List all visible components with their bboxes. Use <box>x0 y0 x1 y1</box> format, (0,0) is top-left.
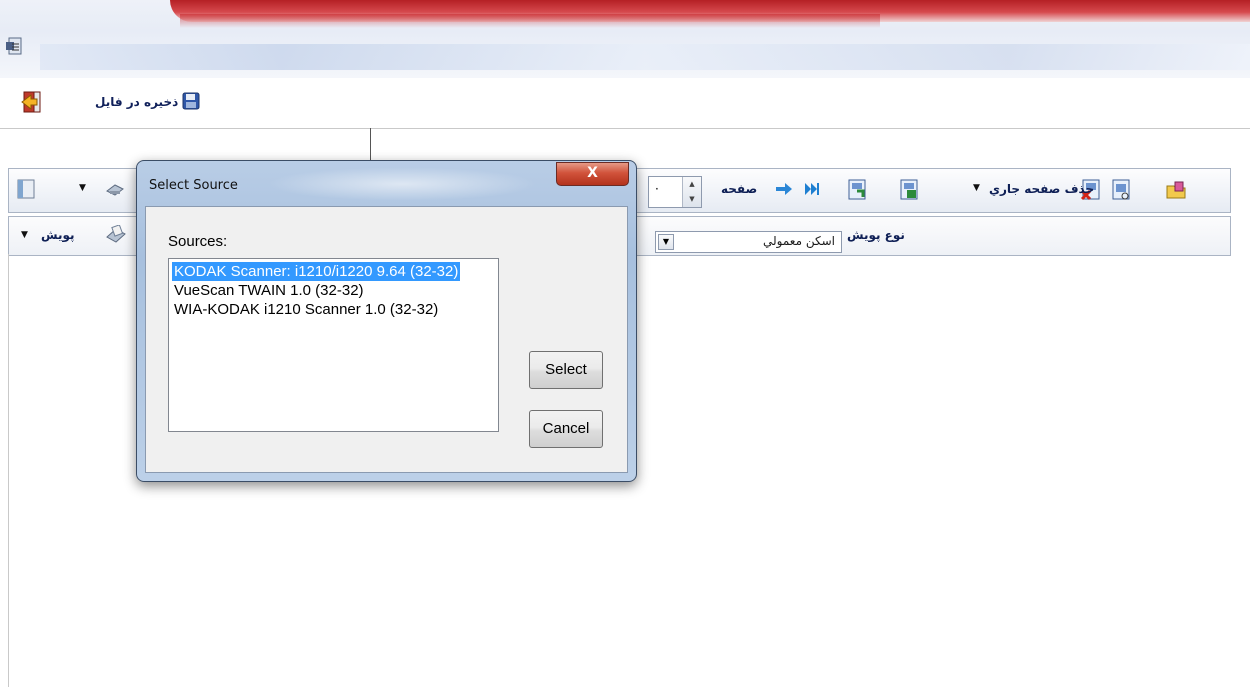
sources-label: Sources: <box>168 233 228 250</box>
scan-dropdown-arrow-icon[interactable]: ▼ <box>21 230 28 240</box>
last-page-icon[interactable] <box>803 181 821 197</box>
app-icon <box>6 36 24 56</box>
source-item-vuescan-twain[interactable]: VueScan TWAIN 1.0 (32-32) <box>172 281 366 300</box>
title-glow <box>267 167 537 201</box>
scan-type-select[interactable]: ▼ اسکن معمولي <box>655 231 842 253</box>
scanner-icon[interactable] <box>105 181 125 197</box>
open-folder-icon[interactable] <box>1165 179 1187 201</box>
address-bar <box>40 44 1250 70</box>
insert-page-icon[interactable] <box>899 179 919 201</box>
source-item-wia-kodak[interactable]: WIA-KODAK i1210 Scanner 1.0 (32-32) <box>172 300 440 319</box>
stepper-up-icon[interactable]: ▲ <box>683 177 701 192</box>
scan-type-label: نوع پويش <box>847 228 905 242</box>
title-bar-accent-glow <box>180 14 880 28</box>
cancel-button[interactable]: Cancel <box>529 410 603 448</box>
sources-list[interactable]: KODAK Scanner: i1210/i1220 9.64 (32-32) … <box>168 258 499 432</box>
scan-icon[interactable] <box>105 225 127 245</box>
page-number-value: · <box>655 182 659 196</box>
stepper-down-icon[interactable]: ▼ <box>683 192 701 207</box>
delete-page-dropdown-icon[interactable]: ▼ <box>973 183 980 193</box>
add-page-icon[interactable] <box>847 179 867 201</box>
page-number-stepper[interactable]: · ▲ ▼ <box>648 176 702 208</box>
next-page-arrow-icon[interactable] <box>775 181 793 197</box>
save-to-file-button[interactable]: ذخيره در فايل <box>95 90 200 114</box>
page-label: صفحه <box>721 182 758 196</box>
exit-icon[interactable] <box>20 90 46 114</box>
select-source-dialog: Select Source X Sources: KODAK Scanner: … <box>136 160 637 482</box>
chevron-down-icon[interactable]: ▼ <box>658 234 674 250</box>
dialog-body: Sources: KODAK Scanner: i1210/i1220 9.64… <box>145 206 628 473</box>
dialog-title: Select Source <box>149 178 238 193</box>
save-to-file-label: ذخيره در فايل <box>95 95 179 109</box>
panel-icon[interactable] <box>17 179 35 199</box>
dropdown-arrow-icon[interactable]: ▼ <box>79 183 86 193</box>
close-button[interactable]: X <box>556 162 629 186</box>
scan-button-label[interactable]: پويش <box>41 228 75 242</box>
pane-splitter[interactable] <box>370 128 371 164</box>
source-item-kodak-scanner[interactable]: KODAK Scanner: i1210/i1220 9.64 (32-32) <box>172 262 461 281</box>
select-button[interactable]: Select <box>529 351 603 389</box>
view-page-icon[interactable] <box>1111 179 1131 201</box>
delete-current-page-label[interactable]: حذف صفحه جاري <box>989 182 1094 196</box>
separator <box>0 128 1250 129</box>
scan-type-value: اسکن معمولي <box>763 234 835 248</box>
floppy-disk-icon <box>182 92 200 113</box>
content-area-border <box>8 254 9 687</box>
